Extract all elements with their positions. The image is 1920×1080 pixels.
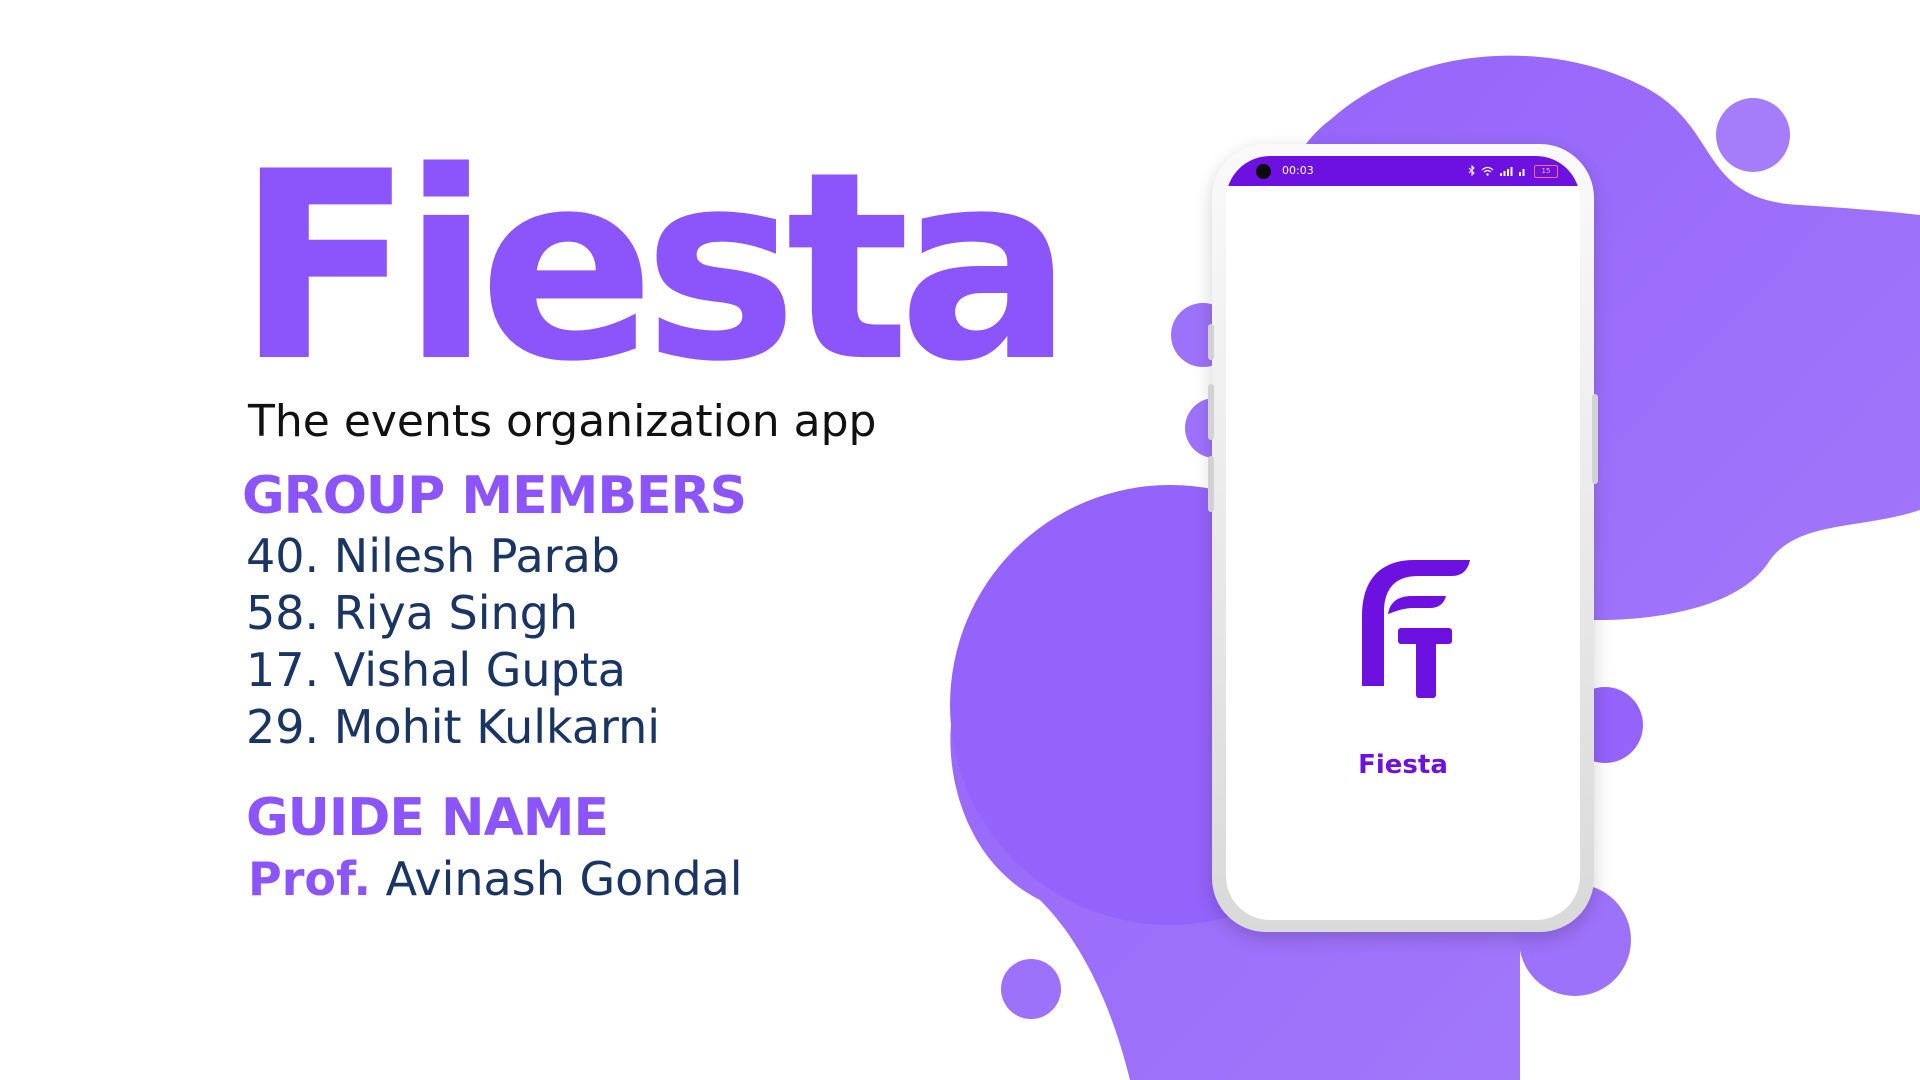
blob-circle bbox=[1716, 98, 1790, 172]
front-camera bbox=[1256, 164, 1271, 179]
status-bar: 00:03 15 bbox=[1226, 156, 1580, 186]
battery-icon: 15 bbox=[1534, 165, 1558, 178]
signal-icon bbox=[1519, 168, 1525, 176]
member-item: 29. Mohit Kulkarni bbox=[246, 700, 661, 754]
signal-icon bbox=[1500, 166, 1513, 176]
poster-text-panel: Fiesta The events organization app GROUP… bbox=[0, 0, 1074, 1080]
app-name: Fiesta bbox=[1358, 750, 1448, 780]
members-list: 40. Nilesh Parab 58. Riya Singh 17. Vish… bbox=[246, 528, 660, 756]
status-icons bbox=[1468, 165, 1528, 176]
phone-side-button bbox=[1592, 394, 1598, 484]
members-heading: GROUP MEMBERS bbox=[242, 466, 747, 526]
phone-side-button bbox=[1208, 384, 1214, 440]
guide-prefix: Prof. bbox=[248, 852, 371, 906]
member-item: 40. Nilesh Parab bbox=[246, 529, 620, 583]
blob-circle bbox=[1001, 959, 1061, 1019]
member-item: 58. Riya Singh bbox=[246, 586, 579, 640]
phone-mockup: 00:03 15 Fiesta bbox=[1208, 144, 1598, 932]
poster-subtitle: The events organization app bbox=[248, 396, 877, 447]
wifi-icon bbox=[1481, 166, 1494, 176]
phone-side-button bbox=[1208, 456, 1214, 512]
phone-side-button bbox=[1208, 324, 1214, 360]
bluetooth-icon bbox=[1468, 165, 1475, 176]
status-time: 00:03 bbox=[1282, 164, 1314, 177]
poster-title: Fiesta bbox=[236, 117, 1074, 419]
member-item: 17. Vishal Gupta bbox=[246, 643, 626, 697]
guide-heading: GUIDE NAME bbox=[246, 788, 609, 848]
guide-name: Avinash Gondal bbox=[385, 852, 743, 906]
fiesta-logo-icon bbox=[1362, 560, 1470, 698]
guide-line: Prof. Avinash Gondal bbox=[248, 852, 743, 906]
phone-screen[interactable]: 00:03 15 Fiesta bbox=[1226, 156, 1580, 920]
